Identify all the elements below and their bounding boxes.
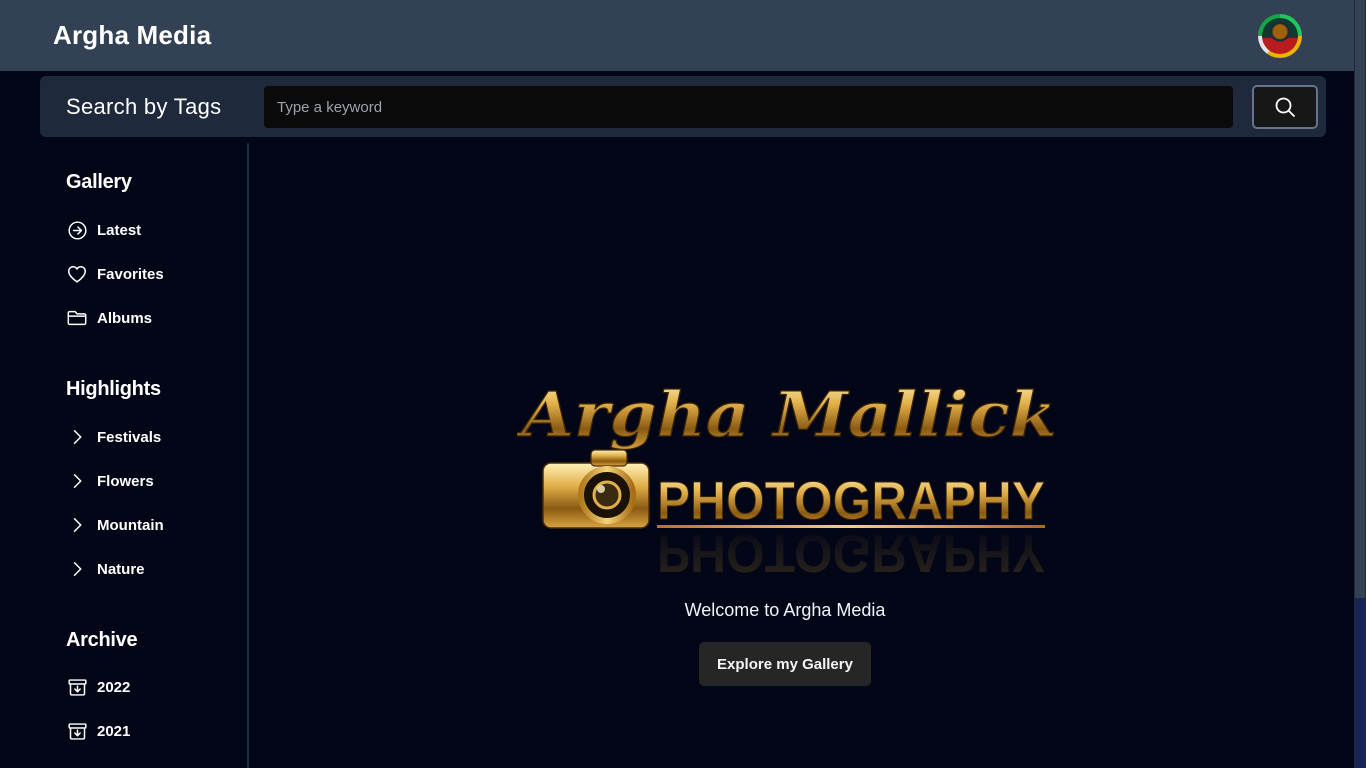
sidebar-item-mountain[interactable]: Mountain [66,513,236,537]
scrollbar-thumb[interactable] [1355,0,1365,598]
sidebar-item-label: Albums [97,309,153,327]
search-bar: Search by Tags [40,76,1326,137]
welcome-text: Welcome to Argha Media [684,600,886,620]
search-icon [1275,97,1295,117]
sidebar-item-label: 2022 [97,678,131,696]
sidebar-item-favorites[interactable]: Favorites [66,262,236,286]
page-scrollbar[interactable] [1354,0,1366,768]
archive-box-icon [66,676,88,698]
logo-script-text: Argha Mallick [517,378,1057,451]
brand-title[interactable]: Argha Media [53,20,211,51]
highlights-section-title: Highlights [66,378,161,400]
search-button[interactable] [1252,85,1318,129]
top-bar: Argha Media [0,0,1354,71]
archive-box-icon [66,720,88,742]
chevron-right-icon [66,426,88,448]
heart-icon [66,263,88,285]
sidebar-item-2021[interactable]: 2021 [66,719,236,743]
camera-logo-icon [542,449,650,529]
sidebar-item-flowers[interactable]: Flowers [66,469,236,493]
chevron-right-icon [66,514,88,536]
sidebar-item-label: Festivals [97,428,162,446]
chevron-right-icon [66,470,88,492]
logo-word-reflection: PHOTOGRAPHY [657,523,1045,583]
folder-icon [66,307,88,329]
logo-word-text: PHOTOGRAPHY [657,471,1045,531]
search-input[interactable] [264,86,1233,128]
scrollbar-track-lower [1355,598,1365,768]
chevron-right-icon [66,558,88,580]
arrow-circle-right-icon [66,219,88,241]
user-avatar[interactable] [1258,13,1302,58]
sidebar-item-label: Mountain [97,516,164,534]
avatar-image [1262,17,1298,54]
gallery-section-title: Gallery [66,171,132,193]
sidebar-item-label: Flowers [97,472,154,490]
sidebar-item-label: Nature [97,560,145,578]
sidebar-item-label: Latest [97,221,142,239]
explore-gallery-button[interactable]: Explore my Gallery [699,642,871,686]
photography-logo: Argha Mallick PHOTOGRAPHY PHOTOGRAPHY [517,377,1057,583]
sidebar-item-label: Favorites [97,265,164,283]
sidebar-item-label: 2021 [97,722,131,740]
search-title: Search by Tags [66,93,222,119]
sidebar-item-albums[interactable]: Albums [66,306,236,330]
main-content: Argha Mallick PHOTOGRAPHY PHOTOGRAPHY We… [251,143,1354,768]
sidebar: Gallery Latest Favorites Albums Highligh… [40,143,249,768]
archive-section-title: Archive [66,629,138,651]
sidebar-item-festivals[interactable]: Festivals [66,425,236,449]
sidebar-item-nature[interactable]: Nature [66,557,236,581]
sidebar-item-2022[interactable]: 2022 [66,675,236,699]
sidebar-item-latest[interactable]: Latest [66,218,236,242]
